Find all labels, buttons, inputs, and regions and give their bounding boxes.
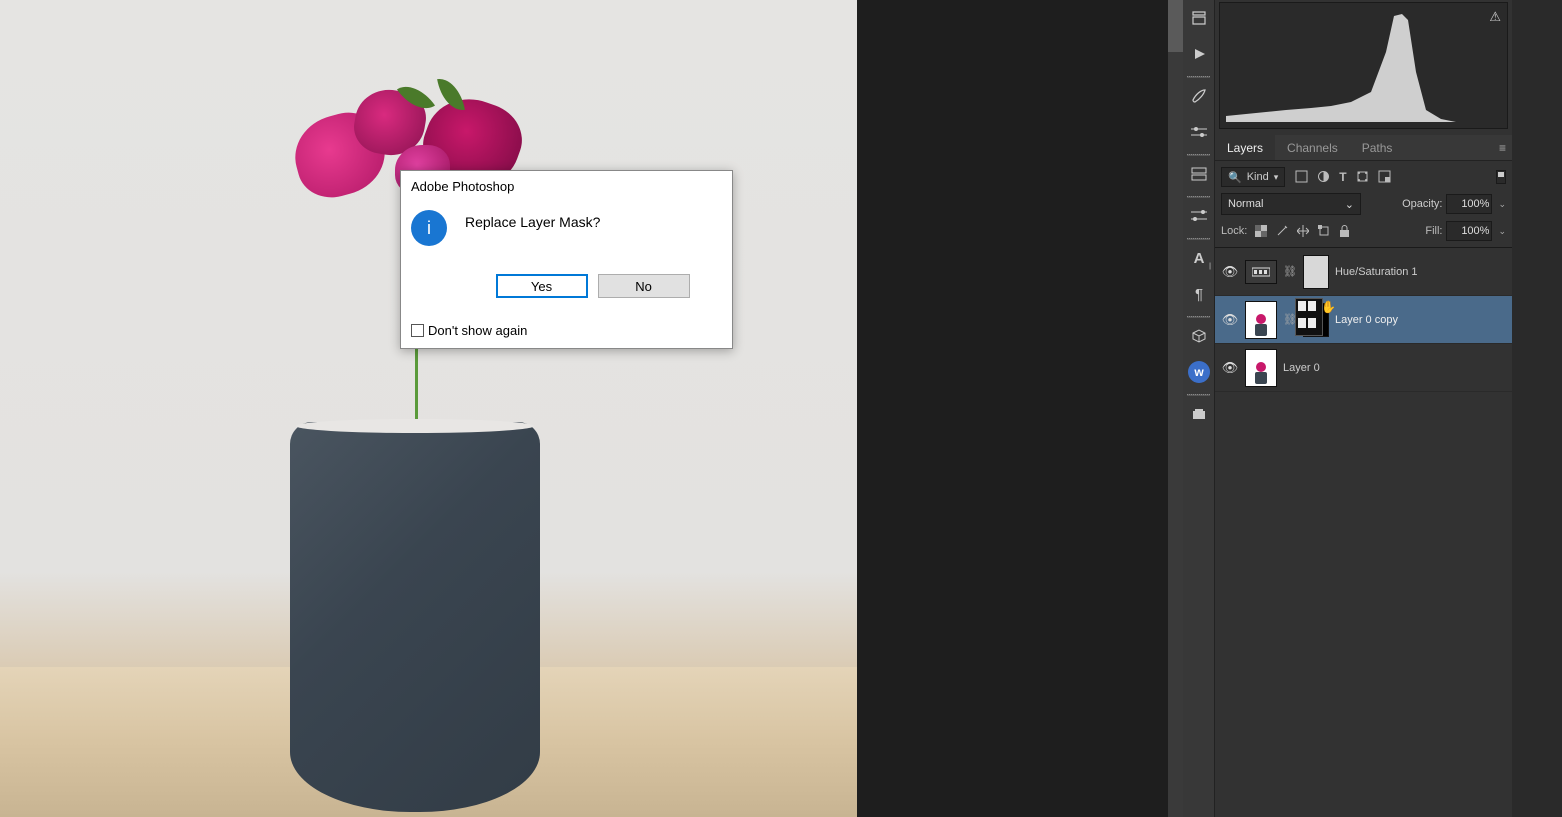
chevron-down-icon[interactable]: ⌄ bbox=[1498, 226, 1506, 237]
no-button[interactable]: No bbox=[598, 274, 690, 298]
layer-row-hue-saturation[interactable]: 👁 ⛓ Hue/Saturation 1 bbox=[1215, 248, 1512, 296]
layer-name[interactable]: Hue/Saturation 1 bbox=[1335, 266, 1418, 278]
panel-menu-icon[interactable]: ≡ bbox=[1499, 141, 1506, 155]
visibility-toggle[interactable]: 👁 bbox=[1221, 312, 1239, 328]
info-icon: i bbox=[411, 210, 447, 246]
blend-mode-value: Normal bbox=[1228, 198, 1263, 210]
filter-toggle[interactable] bbox=[1496, 170, 1506, 184]
library-panel-icon[interactable] bbox=[1183, 396, 1215, 432]
fill-label: Fill: bbox=[1425, 225, 1442, 237]
chevron-down-icon[interactable]: ⌄ bbox=[1498, 199, 1506, 210]
replace-mask-dialog: Adobe Photoshop i Replace Layer Mask? Ye… bbox=[400, 170, 733, 349]
right-panel-area: ⚠ Layers Channels Paths ≡ 🔍 Kind ▾ T Nor… bbox=[1215, 0, 1512, 817]
styles-panel-icon[interactable] bbox=[1183, 156, 1215, 192]
lock-pixels-icon[interactable] bbox=[1276, 225, 1288, 237]
brushes-panel-icon[interactable] bbox=[1183, 78, 1215, 114]
lock-all-icon[interactable] bbox=[1339, 225, 1350, 237]
opacity-label: Opacity: bbox=[1402, 198, 1442, 210]
canvas-area[interactable]: Adobe Photoshop i Replace Layer Mask? Ye… bbox=[0, 0, 857, 817]
filter-shape-icon[interactable] bbox=[1356, 170, 1369, 184]
vase bbox=[290, 422, 540, 812]
history-panel-icon[interactable] bbox=[1183, 0, 1215, 36]
tab-layers[interactable]: Layers bbox=[1215, 135, 1275, 160]
layers-list: 👁 ⛓ Hue/Saturation 1 👁 ⛓ ✋ Layer 0 copy … bbox=[1215, 247, 1512, 392]
layers-panel-tabs: Layers Channels Paths ≡ bbox=[1215, 135, 1512, 161]
canvas-overflow-area bbox=[857, 0, 1168, 817]
visibility-toggle[interactable]: 👁 bbox=[1221, 360, 1239, 376]
fill-input[interactable]: 100% bbox=[1446, 221, 1492, 241]
chevron-down-icon: ▾ bbox=[1274, 172, 1279, 183]
link-icon[interactable]: ⛓ bbox=[1283, 265, 1297, 278]
lock-transparent-icon[interactable] bbox=[1255, 225, 1267, 237]
layer-name[interactable]: Layer 0 bbox=[1283, 362, 1320, 374]
search-icon: 🔍 bbox=[1228, 171, 1242, 184]
visibility-toggle[interactable]: 👁 bbox=[1221, 264, 1239, 280]
opacity-input[interactable]: 100% bbox=[1446, 194, 1492, 214]
layer-mask-thumb[interactable] bbox=[1303, 255, 1329, 289]
3d-panel-icon[interactable] bbox=[1183, 318, 1215, 354]
web-panel-icon[interactable]: w bbox=[1183, 354, 1215, 390]
layer-row-layer0-copy[interactable]: 👁 ⛓ ✋ Layer 0 copy bbox=[1215, 296, 1512, 344]
properties-panel-icon[interactable] bbox=[1183, 198, 1215, 234]
dont-show-label: Don't show again bbox=[428, 323, 527, 338]
collapsed-panel-strip: A| ¶ w bbox=[1183, 0, 1215, 817]
layer-thumb[interactable] bbox=[1245, 349, 1277, 387]
yes-button[interactable]: Yes bbox=[496, 274, 588, 298]
actions-panel-icon[interactable] bbox=[1183, 36, 1215, 72]
filter-adjustment-icon[interactable] bbox=[1317, 170, 1330, 184]
dialog-title: Adobe Photoshop bbox=[401, 171, 732, 200]
layer-thumb[interactable] bbox=[1245, 301, 1277, 339]
adjustment-thumb-icon[interactable] bbox=[1245, 260, 1277, 284]
blend-mode-select[interactable]: Normal ⌄ bbox=[1221, 193, 1361, 215]
vertical-scrollbar[interactable]: ▲ bbox=[1168, 0, 1183, 817]
filter-type-icon[interactable]: T bbox=[1339, 170, 1346, 184]
tab-paths[interactable]: Paths bbox=[1350, 135, 1405, 160]
layer-row-layer0[interactable]: 👁 Layer 0 bbox=[1215, 344, 1512, 392]
dont-show-checkbox[interactable] bbox=[411, 324, 424, 337]
lock-label: Lock: bbox=[1221, 225, 1247, 237]
tab-channels[interactable]: Channels bbox=[1275, 135, 1350, 160]
histogram-graph bbox=[1226, 12, 1456, 122]
paragraph-panel-icon[interactable]: ¶ bbox=[1183, 276, 1215, 312]
layer-filter-kind[interactable]: 🔍 Kind ▾ bbox=[1221, 167, 1285, 187]
cached-warning-icon[interactable]: ⚠ bbox=[1489, 9, 1501, 25]
character-panel-icon[interactable]: A| bbox=[1183, 240, 1215, 276]
lock-position-icon[interactable] bbox=[1297, 225, 1309, 237]
adjustments-panel-icon[interactable] bbox=[1183, 114, 1215, 150]
scroll-thumb[interactable] bbox=[1168, 0, 1183, 52]
lock-artboard-icon[interactable] bbox=[1318, 225, 1330, 237]
filter-smartobject-icon[interactable] bbox=[1378, 170, 1391, 184]
chevron-down-icon: ⌄ bbox=[1345, 198, 1354, 211]
filter-pixel-icon[interactable] bbox=[1295, 170, 1308, 184]
kind-label: Kind bbox=[1247, 171, 1269, 183]
layer-name[interactable]: Layer 0 copy bbox=[1335, 314, 1398, 326]
hand-cursor-icon: ✋ bbox=[1321, 300, 1336, 314]
dialog-message: Replace Layer Mask? bbox=[465, 206, 600, 230]
drag-preview-icon bbox=[1295, 298, 1323, 336]
histogram-panel[interactable]: ⚠ bbox=[1219, 2, 1508, 129]
